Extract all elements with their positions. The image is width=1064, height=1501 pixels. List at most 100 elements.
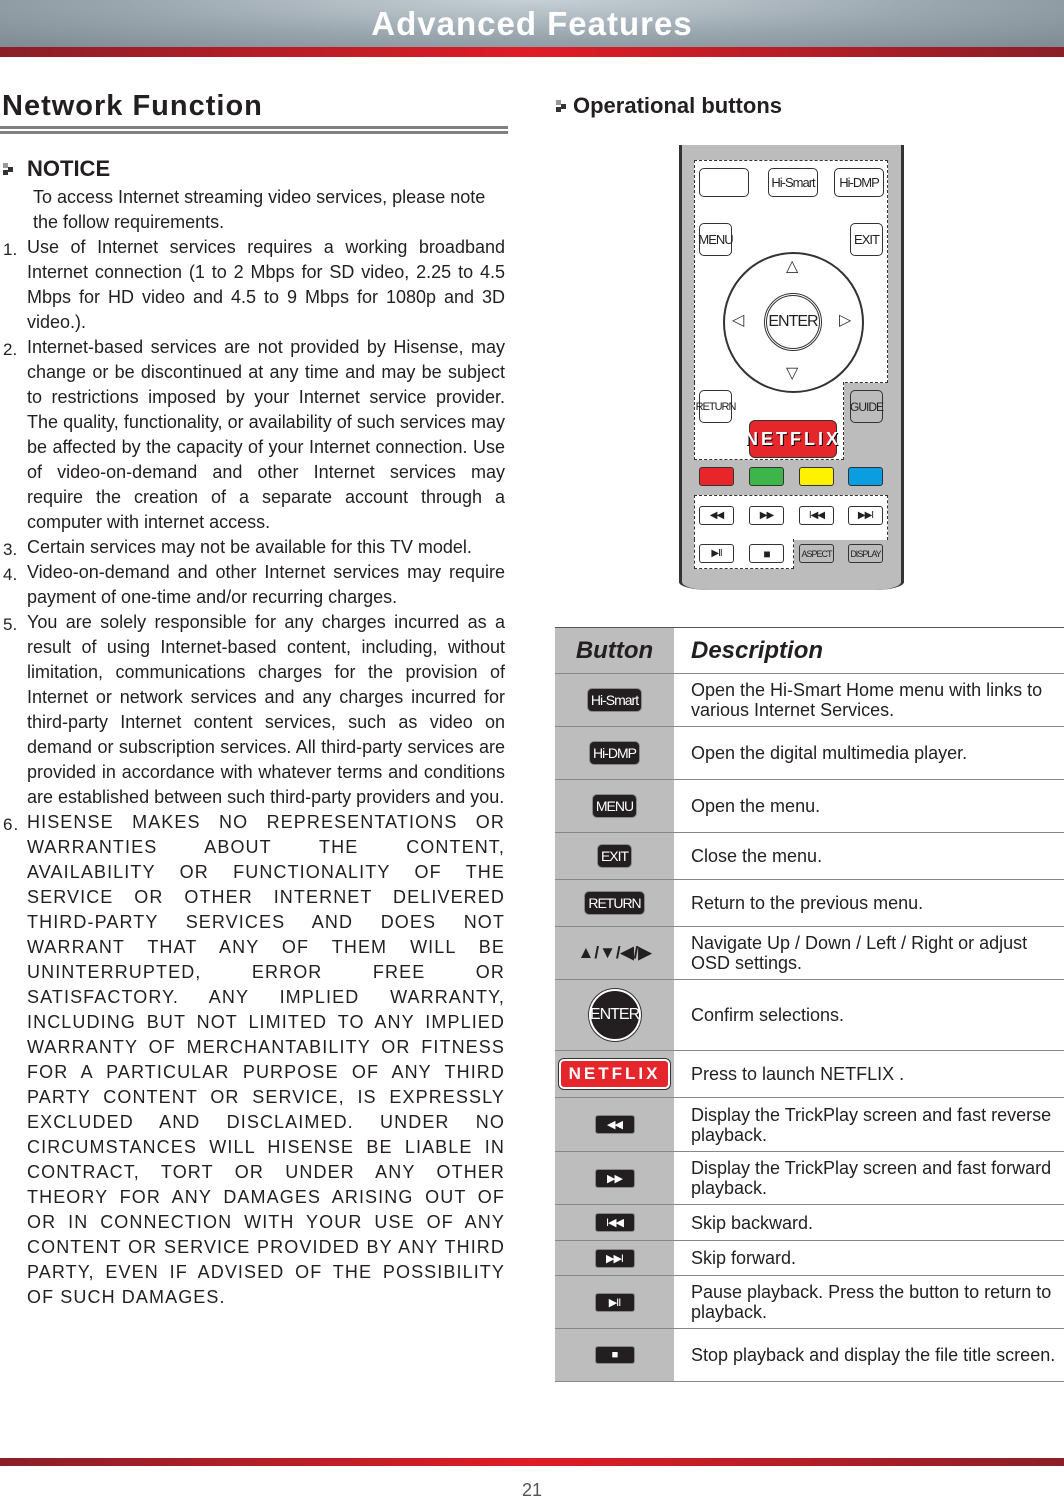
description-cell: Pause playback. Press the button to retu… — [691, 1282, 1052, 1322]
remote-aspect-button: ASPECT — [799, 544, 834, 563]
table-row: MENU Open the menu. — [555, 780, 1064, 833]
remote-hidmp-button: Hi-DMP — [834, 168, 884, 197]
title-rule — [0, 131, 508, 134]
playback-button-icon: ◀◀ — [594, 1115, 635, 1134]
item-number: 1. — [3, 240, 18, 259]
remote-prev-button: I◀◀ — [799, 506, 834, 525]
remote-stop-button: ■ — [749, 544, 784, 563]
playback-button-icon: ■ — [594, 1346, 635, 1364]
blank-button — [699, 168, 749, 197]
bullet-icon — [556, 100, 566, 112]
button-cell: ■ — [555, 1329, 674, 1381]
playback-button-icon: I◀◀ — [594, 1213, 635, 1232]
table-row: ▶▶I Skip forward. — [555, 1241, 1064, 1276]
notice-intro: To access Internet streaming video servi… — [33, 187, 486, 232]
description-cell: Close the menu. — [691, 846, 823, 866]
table-row: ◀◀ Display the TrickPlay screen and fast … — [555, 1098, 1064, 1152]
table-row: Hi-Smart Open the Hi-Smart Home menu with… — [555, 674, 1064, 727]
header-title: Advanced Features — [371, 5, 693, 42]
table-row: RETURN Return to the previous menu. — [555, 880, 1064, 927]
playback-button-icon: ▶▶ — [594, 1168, 635, 1188]
remote-display-button: DISPLAY — [848, 544, 883, 563]
left-arrow-icon: ◁ — [732, 312, 745, 329]
up-arrow-icon: △ — [786, 258, 799, 275]
list-item: 3. Certain services may not be available … — [3, 535, 505, 560]
table-row: I◀◀ Skip backward. — [555, 1205, 1064, 1241]
description-cell: Display the TrickPlay screen and fast fo… — [691, 1158, 1052, 1198]
item-text: Internet-based services are not provided… — [27, 337, 505, 532]
button-cell: ▶▶I — [555, 1241, 674, 1275]
right-arrow-icon: ▷ — [839, 312, 852, 329]
title-rule — [0, 126, 508, 129]
arrow-keys-icon: ▲/▼/◀/▶ — [577, 943, 652, 962]
button-cell: I◀◀ — [555, 1205, 674, 1240]
description-cell: Press to launch NETFLIX . — [691, 1064, 905, 1084]
remote-return-button: RETURN — [696, 390, 736, 423]
description-cell: Open the Hi-Smart Home menu with links t… — [691, 680, 1043, 720]
button-cell: ENTER — [555, 980, 674, 1050]
notice-title: NOTICE — [27, 156, 111, 181]
table-row: NETFLIX Press to launch NETFLIX . — [555, 1051, 1064, 1098]
button-icon: RETURN — [584, 891, 645, 915]
button-cell: EXIT — [555, 833, 674, 879]
item-text: Video-on-demand and other Internet servi… — [27, 562, 505, 607]
description-cell: Navigate Up / Down / Left / Right or adj… — [691, 933, 1028, 973]
button-cell: RETURN — [555, 880, 674, 926]
remote-hismart-button: Hi-Smart — [768, 168, 818, 197]
red-button — [699, 467, 734, 486]
playback-button-icon: ▶II — [594, 1292, 635, 1312]
table-row: ENTER Confirm selections. — [555, 980, 1064, 1051]
item-number: 6. — [3, 815, 20, 834]
item-number: 4. — [3, 565, 18, 584]
table-row: ▶II Pause playback. Press the button to r… — [555, 1276, 1064, 1329]
col-header-button: Button — [555, 628, 674, 673]
button-table: Button Description Hi-Smart Open the Hi-S… — [555, 627, 1064, 1382]
button-icon: MENU — [591, 794, 638, 818]
section-title-operational: Operational buttons — [573, 93, 782, 118]
description-cell: Return to the previous menu. — [691, 893, 924, 913]
button-cell: Hi-Smart — [555, 674, 674, 726]
blue-button — [848, 467, 883, 486]
button-icon: Hi-DMP — [589, 741, 640, 765]
remote-play-pause-button: ▶II — [699, 544, 734, 563]
table-row: ■ Stop playback and display the file titl… — [555, 1329, 1064, 1382]
button-icon: EXIT — [596, 844, 633, 868]
item-number: 2. — [3, 340, 18, 359]
description-cell: Open the digital multimedia player. — [691, 743, 968, 763]
description-cell: Skip backward. — [691, 1212, 814, 1233]
button-cell: ▶II — [555, 1276, 674, 1328]
button-cell: ▲/▼/◀/▶ — [555, 927, 674, 979]
col-header-description: Description — [691, 636, 824, 664]
footer-accent-bar — [0, 1458, 1064, 1466]
button-cell: ◀◀ — [555, 1098, 674, 1151]
remote-exit-button: EXIT — [850, 223, 883, 256]
button-cell: Hi-DMP — [555, 727, 674, 779]
button-icon: Hi-Smart — [586, 688, 643, 712]
item-text: HISENSE MAKES NO REPRESENTATIONS OR WARR… — [27, 812, 505, 1307]
remote-menu-button: MENU — [698, 223, 734, 256]
description-cell: Confirm selections. — [691, 1005, 845, 1025]
button-cell: NETFLIX — [555, 1051, 674, 1097]
notice-body: To access Internet streaming video servi… — [3, 185, 505, 1310]
remote-netflix-button: NETFLIX — [745, 420, 838, 458]
description-cell: Skip forward. — [691, 1248, 797, 1268]
header-accent-bar — [0, 47, 1064, 57]
list-item: 5. You are solely responsible for any cha… — [3, 610, 505, 810]
item-number: 5. — [3, 615, 18, 634]
table-row: ▲/▼/◀/▶ Navigate Up / Down / Left / Right… — [555, 927, 1064, 980]
remote-illustration: Hi-Smart Hi-DMP MENU EXIT ENTER △ ▽ ◁ ▷ … — [679, 145, 904, 590]
netflix-button-icon: NETFLIX — [558, 1059, 671, 1089]
enter-button-icon: ENTER — [588, 989, 641, 1041]
button-cell: ▶▶ — [555, 1152, 674, 1204]
description-cell: Open the menu. — [691, 796, 821, 816]
list-item: 6. HISENSE MAKES NO REPRESENTATIONS OR WA… — [3, 810, 505, 1310]
item-text: Certain services may not be available fo… — [27, 537, 472, 557]
remote-next-button: ▶▶I — [848, 506, 883, 525]
table-row: ▶▶ Display the TrickPlay screen and fast … — [555, 1152, 1064, 1205]
table-header: Button Description — [555, 628, 1064, 674]
remote-ff-button: ▶▶ — [749, 506, 784, 525]
down-arrow-icon: ▽ — [786, 365, 799, 382]
table-row: EXIT Close the menu. — [555, 833, 1064, 880]
description-cell: Display the TrickPlay screen and fast re… — [691, 1104, 1052, 1145]
remote-rewind-button: ◀◀ — [699, 506, 734, 525]
